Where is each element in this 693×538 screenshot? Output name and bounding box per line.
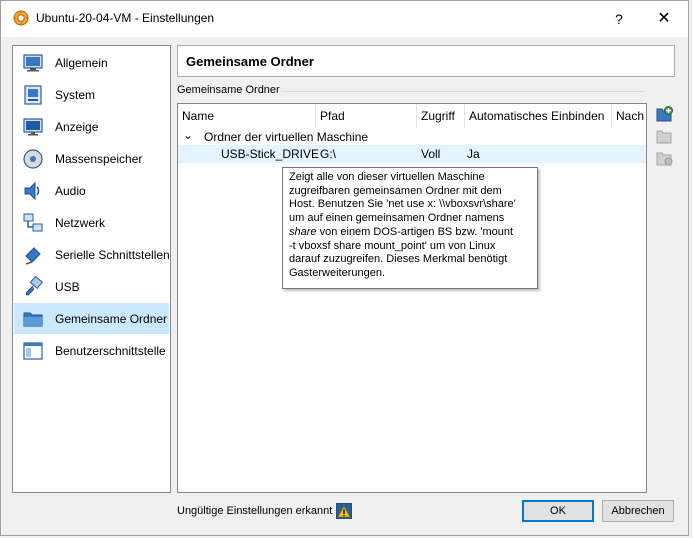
tooltip-line: Zeigt alle von dieser virtuellen Maschin… xyxy=(289,171,485,183)
audio-icon xyxy=(24,181,40,200)
sidebar-item-label: Massenspeicher xyxy=(55,151,143,166)
usb-icon xyxy=(25,275,44,296)
page-header: Gemeinsame Ordner xyxy=(177,45,675,77)
table-row[interactable]: USB-Stick_DRIVE G:\ Voll Ja xyxy=(178,145,646,163)
folder-name: USB-Stick_DRIVE xyxy=(221,147,320,161)
folder-auto-mount: Ja xyxy=(467,147,480,161)
display-icon xyxy=(23,117,43,135)
sidebar-item-label: Netzwerk xyxy=(55,215,106,230)
virtualbox-gear-icon xyxy=(13,10,29,26)
tooltip-line: um auf einen gemeinsamen Ordner namens xyxy=(289,212,505,225)
sidebar-item-label: Benutzerschnittstelle xyxy=(55,343,166,358)
add-shared-folder-icon[interactable] xyxy=(656,106,673,123)
group-label: Gemeinsame Ordner xyxy=(177,84,280,96)
sidebar-item-serial-ports[interactable]: Serielle Schnittstellen xyxy=(14,239,170,270)
folder-path: G:\ xyxy=(320,147,337,161)
tooltip-line: zugreifbaren gemeinsamen Ordner mit dem xyxy=(289,184,502,197)
storage-icon xyxy=(23,148,43,169)
tooltip-line: Gasterweiterungen. xyxy=(289,266,385,279)
column-header-path[interactable]: Pfad xyxy=(316,104,417,128)
group-divider xyxy=(281,91,645,92)
tooltip-line: -t vboxsf share mount_point' um von Linu… xyxy=(289,239,496,252)
sidebar-item-usb[interactable]: USB xyxy=(14,271,169,302)
general-icon xyxy=(23,53,43,71)
user-interface-icon xyxy=(23,341,43,360)
column-header-mount-point[interactable]: Nach xyxy=(612,104,646,128)
cancel-button[interactable]: Abbrechen xyxy=(602,500,674,522)
page-title: Gemeinsame Ordner xyxy=(186,54,314,69)
shared-folders-table[interactable]: Name Pfad Zugriff Automatisches Einbinde… xyxy=(177,103,647,493)
system-icon xyxy=(24,84,42,105)
column-header-auto-mount[interactable]: Automatisches Einbinden xyxy=(465,104,612,128)
sidebar-item-label: Allgemein xyxy=(55,55,108,70)
window-title: Ubuntu-20-04-VM - Einstellungen xyxy=(36,11,215,25)
sidebar-item-system[interactable]: System xyxy=(14,79,169,110)
group-label: Ordner der virtuellen Maschine xyxy=(204,130,369,144)
settings-window: Ubuntu-20-04-VM - Einstellungen ? ✕ Allg… xyxy=(0,0,689,536)
sidebar-item-label: Anzeige xyxy=(55,119,99,134)
remove-shared-folder-icon[interactable] xyxy=(656,150,673,167)
sidebar-item-label: Gemeinsame Ordner xyxy=(55,311,168,326)
sidebar-item-shared-folders[interactable]: Gemeinsame Ordner xyxy=(14,303,169,334)
sidebar-item-user-interface[interactable]: Benutzerschnittstelle xyxy=(14,335,169,366)
warning-icon[interactable] xyxy=(336,503,352,519)
ok-button[interactable]: OK xyxy=(522,500,594,522)
status-message: Ungültige Einstellungen erkannt xyxy=(177,505,333,517)
column-header-name[interactable]: Name xyxy=(178,104,316,128)
edit-shared-folder-icon[interactable] xyxy=(656,128,673,145)
sidebar-item-label: Serielle Schnittstellen xyxy=(55,247,170,262)
title-bar: Ubuntu-20-04-VM - Einstellungen ? ✕ xyxy=(1,1,688,37)
sidebar-item-general[interactable]: Allgemein xyxy=(14,47,169,78)
help-tooltip: Zeigt alle von dieser virtuellen Maschin… xyxy=(282,167,538,289)
sidebar-item-audio[interactable]: Audio xyxy=(14,175,169,206)
network-icon xyxy=(23,213,43,231)
settings-sidebar: Allgemein System Anzeige Massenspeicher … xyxy=(12,45,171,493)
help-button[interactable]: ? xyxy=(596,1,642,37)
tooltip-line: darauf zuzugreifen. Dieses Merkmal benöt… xyxy=(289,253,508,266)
sidebar-item-label: System xyxy=(55,87,96,102)
sidebar-item-network[interactable]: Netzwerk xyxy=(14,207,169,238)
folder-access: Voll xyxy=(421,147,441,161)
tooltip-emphasis: share xyxy=(289,225,317,238)
expander-chevron-icon[interactable]: ⌄ xyxy=(183,128,193,142)
sidebar-item-storage[interactable]: Massenspeicher xyxy=(14,143,169,174)
shared-folder-icon xyxy=(23,312,43,326)
serial-icon xyxy=(25,246,41,265)
tooltip-line: Host. Benutzen Sie 'net use x: \\vboxsvr… xyxy=(289,198,516,211)
sidebar-item-display[interactable]: Anzeige xyxy=(14,111,169,142)
tooltip-text: von einem DOS-artigen BS bzw. 'mount xyxy=(316,225,514,238)
sidebar-item-label: USB xyxy=(55,279,80,294)
column-header-access[interactable]: Zugriff xyxy=(417,104,465,128)
tree-group-row[interactable]: ⌄ Ordner der virtuellen Maschine xyxy=(178,128,646,146)
sidebar-item-label: Audio xyxy=(55,183,86,198)
tooltip-line: share von einem DOS-artigen BS bzw. 'mou… xyxy=(289,226,531,240)
close-button[interactable]: ✕ xyxy=(641,1,687,37)
